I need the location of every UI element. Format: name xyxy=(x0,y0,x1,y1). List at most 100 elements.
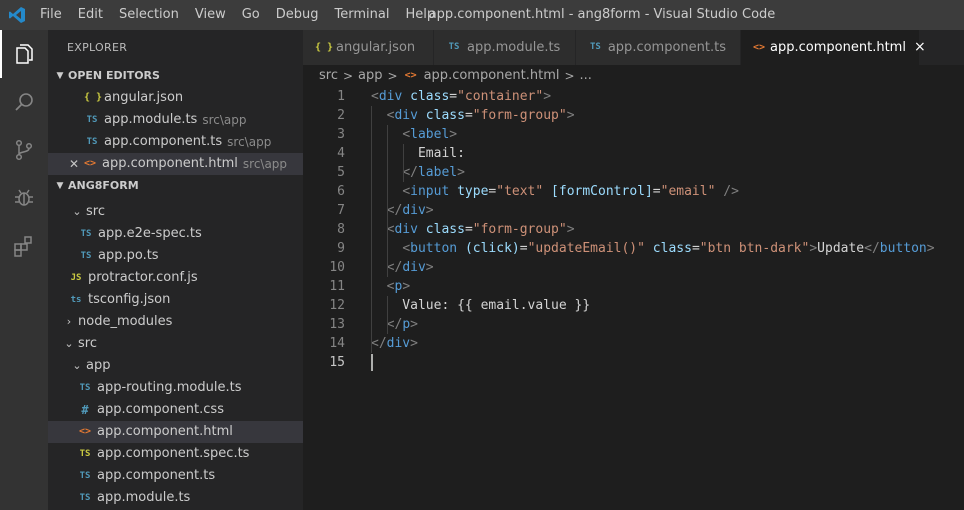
explorer-icon[interactable] xyxy=(0,30,48,78)
close-icon[interactable]: ✕ xyxy=(66,153,82,175)
tsconfig-file-icon: ts xyxy=(70,295,82,305)
code-text: </div> xyxy=(386,260,434,275)
tree-file[interactable]: TS app.module.ts xyxy=(48,487,303,509)
tab-label: app.component.ts xyxy=(607,40,726,55)
html-file-icon: <> xyxy=(83,158,97,169)
html-file-icon: <> xyxy=(753,42,766,53)
code-line[interactable]: 10 </div> xyxy=(303,258,964,277)
activity-bar xyxy=(0,30,48,510)
tab-label: app.module.ts xyxy=(467,40,561,55)
tree-item-label: app-routing.module.ts xyxy=(97,380,242,395)
debug-icon[interactable] xyxy=(0,174,48,222)
extensions-icon[interactable] xyxy=(0,222,48,270)
tab-angular-json[interactable]: { } angular.json xyxy=(303,30,434,65)
tree-folder[interactable]: › node_modules xyxy=(48,311,303,333)
code-line[interactable]: 1 <div class="container"> xyxy=(303,87,964,106)
indent-guide xyxy=(403,144,404,182)
chevron-down-icon: ⌄ xyxy=(64,337,74,350)
search-icon[interactable] xyxy=(0,78,48,126)
tree-item-label: src xyxy=(86,204,105,219)
tree-file[interactable]: TS app.po.ts xyxy=(48,245,303,267)
chevron-down-icon: ⌄ xyxy=(72,205,82,218)
code-line[interactable]: 14 </div> xyxy=(303,334,964,353)
code-text: </div> xyxy=(386,203,434,218)
code-line[interactable]: 11 <p> xyxy=(303,277,964,296)
open-editor-name: app.component.html xyxy=(102,156,238,171)
code-line[interactable]: 7 </div> xyxy=(303,201,964,220)
line-number: 8 xyxy=(337,222,345,237)
indent-guide xyxy=(387,296,388,334)
source-control-icon[interactable] xyxy=(0,126,48,174)
tree-file[interactable]: TS app.component.spec.ts xyxy=(48,443,303,465)
code-line[interactable]: 2 <div class="form-group"> xyxy=(303,106,964,125)
typescript-file-icon: TS xyxy=(590,42,601,52)
javascript-file-icon: JS xyxy=(70,273,82,283)
tree-item-label: app.component.html xyxy=(97,424,233,439)
tab-app-component-ts[interactable]: TS app.component.ts xyxy=(576,30,741,65)
open-editor-item[interactable]: TS app.component.ts src\app xyxy=(48,131,303,153)
code-line[interactable]: 9 <button (click)="updateEmail()" class=… xyxy=(303,239,964,258)
typescript-file-icon: TS xyxy=(79,471,91,481)
tree-item-label: protractor.conf.js xyxy=(88,270,198,285)
tab-bar: { } angular.json TS app.module.ts TS app… xyxy=(303,30,964,65)
tree-item-label: tsconfig.json xyxy=(88,292,171,307)
typescript-file-icon: TS xyxy=(79,383,91,393)
code-editor[interactable]: 1 <div class="container"> 2 <div class="fo… xyxy=(303,87,964,372)
code-line[interactable]: 15 xyxy=(303,353,964,372)
tree-folder[interactable]: ⌄ src xyxy=(48,201,303,223)
breadcrumb-item[interactable]: ... xyxy=(580,65,592,87)
open-editor-item-active[interactable]: ✕ <> app.component.html src\app xyxy=(48,153,303,175)
breadcrumb-item[interactable]: app.component.html xyxy=(424,65,560,87)
chevron-down-icon: ▼ xyxy=(56,71,64,81)
breadcrumb-item[interactable]: app xyxy=(358,65,382,87)
tree-item-label: app.e2e-spec.ts xyxy=(98,226,202,241)
line-number: 9 xyxy=(337,241,345,256)
code-line[interactable]: 13 </p> xyxy=(303,315,964,334)
tree-file[interactable]: # app.component.css xyxy=(48,399,303,421)
project-header[interactable]: ▼ ANG8FORM xyxy=(48,175,303,197)
editor-area: { } angular.json TS app.module.ts TS app… xyxy=(303,30,964,510)
indent-guide xyxy=(387,125,388,220)
code-text: <div class="container"> xyxy=(371,89,552,104)
close-icon[interactable]: × xyxy=(914,30,926,65)
breadcrumb-item[interactable]: src xyxy=(319,65,338,87)
tree-file[interactable]: TS app.e2e-spec.ts xyxy=(48,223,303,245)
line-number: 1 xyxy=(337,89,345,104)
tree-item-label: app.po.ts xyxy=(98,248,159,263)
open-editors-label: OPEN EDITORS xyxy=(68,69,160,82)
code-text: </div> xyxy=(371,336,418,351)
tree-file-selected[interactable]: <> app.component.html xyxy=(48,421,303,443)
file-tree: ⌄ src TS app.e2e-spec.ts TS app.po.ts JS… xyxy=(48,201,303,509)
tree-folder[interactable]: ⌄ src xyxy=(48,333,303,355)
code-line[interactable]: 3 <label> xyxy=(303,125,964,144)
tab-app-module[interactable]: TS app.module.ts xyxy=(434,30,576,65)
tree-file[interactable]: JS protractor.conf.js xyxy=(48,267,303,289)
open-editor-path: src\app xyxy=(227,135,272,149)
code-line[interactable]: 6 <input type="text" [formControl]="emai… xyxy=(303,182,964,201)
open-editors-header[interactable]: ▼ OPEN EDITORS xyxy=(48,65,303,87)
code-text: <div class="form-group"> xyxy=(386,108,575,123)
line-number: 14 xyxy=(329,336,345,351)
breadcrumb: src > app > <> app.component.html > ... xyxy=(303,65,592,87)
text-cursor xyxy=(371,354,373,371)
code-line[interactable]: 12 Value: {{ email.value }} xyxy=(303,296,964,315)
open-editor-item[interactable]: TS app.module.ts src\app xyxy=(48,109,303,131)
open-editor-path: src\app xyxy=(242,157,288,171)
tree-file[interactable]: TS app-routing.module.ts xyxy=(48,377,303,399)
line-number: 6 xyxy=(337,184,345,199)
typescript-file-icon: TS xyxy=(80,229,92,239)
code-line[interactable]: 8 <div class="form-group"> xyxy=(303,220,964,239)
tree-folder[interactable]: ⌄ app xyxy=(48,355,303,377)
project-label: ANG8FORM xyxy=(68,179,139,192)
line-number: 10 xyxy=(329,260,345,275)
code-text: Email: xyxy=(371,146,465,161)
tree-file[interactable]: ts tsconfig.json xyxy=(48,289,303,311)
tab-app-component-html[interactable]: <> app.component.html × xyxy=(741,30,926,65)
open-editor-item[interactable]: { } angular.json xyxy=(48,87,303,109)
tree-item-label: src xyxy=(78,336,97,351)
line-number: 3 xyxy=(337,127,345,142)
tree-file[interactable]: TS app.component.ts xyxy=(48,465,303,487)
tree-item-label: app xyxy=(86,358,111,373)
explorer-sidebar: EXPLORER ▼ OPEN EDITORS { } angular.json… xyxy=(48,30,303,510)
chevron-right-icon: > xyxy=(387,69,398,83)
